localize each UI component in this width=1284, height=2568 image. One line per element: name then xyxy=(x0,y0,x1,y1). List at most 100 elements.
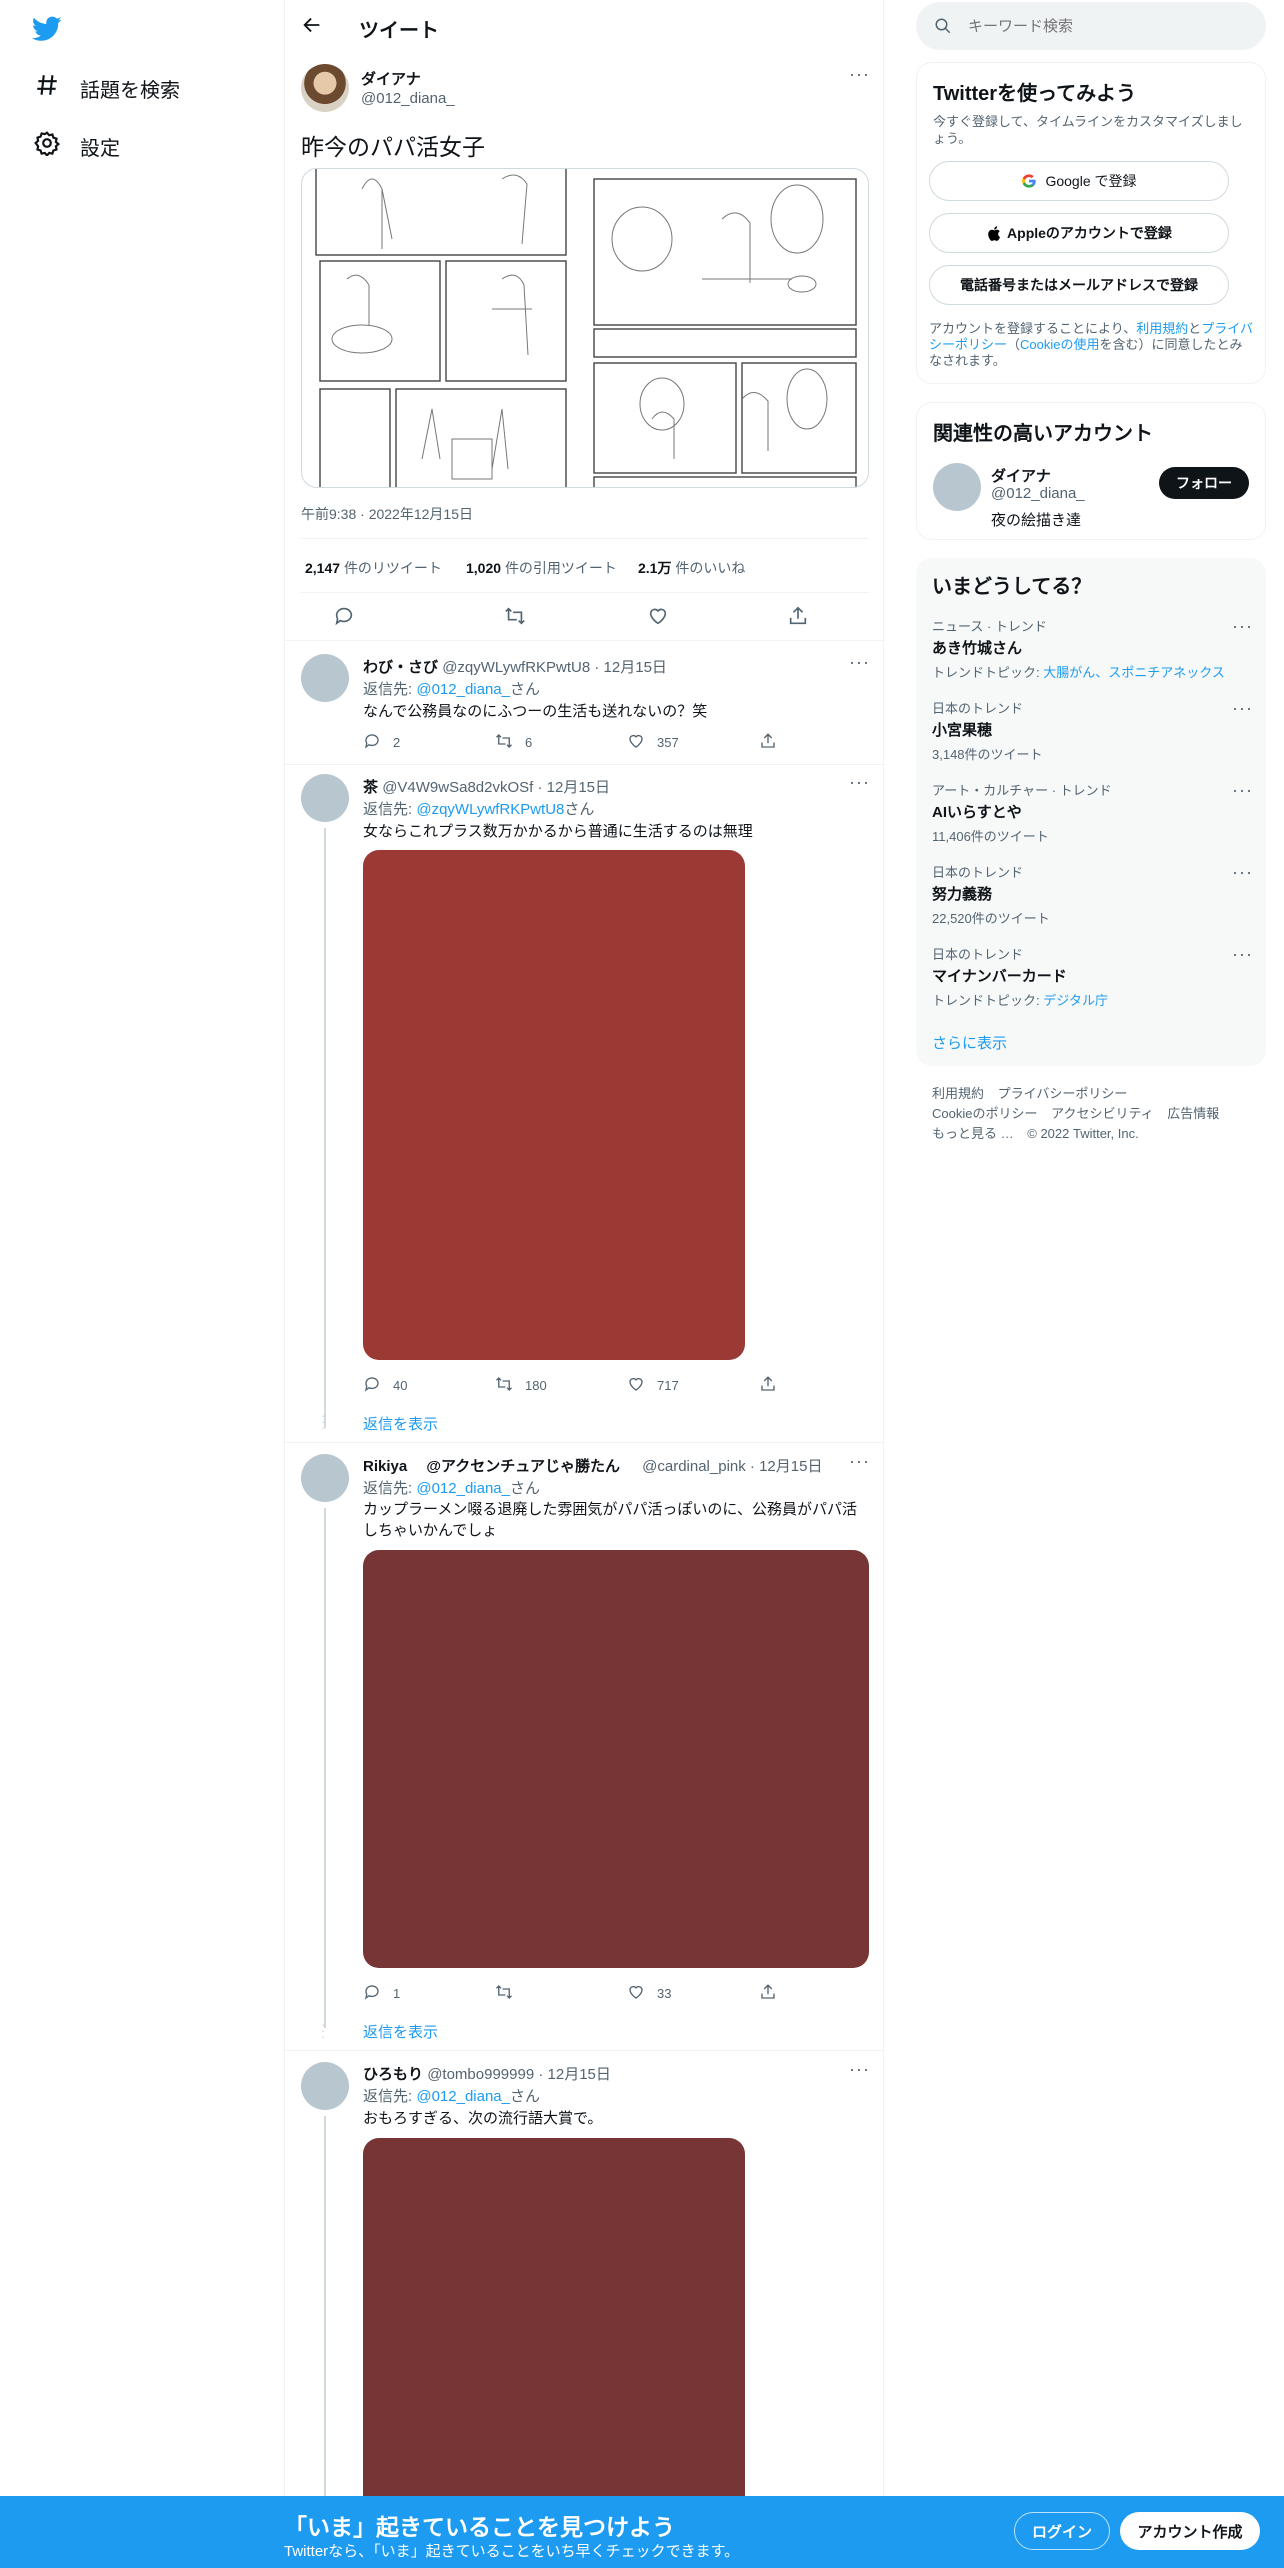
trend-item[interactable]: 日本のトレンド 努力義務 22,520件のツイート xyxy=(932,862,1252,927)
show-more-link[interactable]: さらに表示 xyxy=(932,1032,1007,1053)
trend-sub: 11,406件のツイート xyxy=(932,829,1049,844)
footer-more-link[interactable]: もっと見る … xyxy=(932,1126,1014,1141)
reply-media[interactable] xyxy=(363,1550,869,1968)
twitter-logo-icon[interactable] xyxy=(31,16,62,47)
more-icon[interactable]: ··· xyxy=(849,64,870,85)
reply-media[interactable] xyxy=(363,2138,745,2518)
reply-author-name[interactable]: わび・さび xyxy=(363,659,438,676)
tweet-timestamp[interactable]: 午前9:38 · 2022年12月15日 xyxy=(301,504,473,524)
avatar[interactable] xyxy=(301,2062,349,2110)
reply-author-name[interactable]: ひろもり xyxy=(363,2066,423,2083)
reply-date[interactable]: · 12月15日 xyxy=(750,1458,823,1475)
search-box[interactable] xyxy=(916,2,1266,50)
show-replies-link[interactable]: 返信を表示 xyxy=(363,2021,438,2042)
avatar[interactable] xyxy=(301,654,349,702)
trend-item[interactable]: ニュース · トレンド あき竹城さん トレンドトピック: 大腸がん、スポニチアネ… xyxy=(932,616,1252,681)
heart-icon[interactable] xyxy=(647,605,669,632)
nav-settings[interactable]: 設定 xyxy=(34,130,120,162)
trend-item[interactable]: 日本のトレンド 小宮果穂 3,148件のツイート xyxy=(932,698,1252,763)
more-icon[interactable]: ··· xyxy=(1232,616,1253,637)
more-icon[interactable]: ··· xyxy=(849,2059,870,2080)
reply-button[interactable]: 1 xyxy=(363,1983,495,2004)
retweet-icon[interactable] xyxy=(503,605,527,632)
more-icon[interactable]: ··· xyxy=(1232,780,1253,801)
like-stat[interactable]: 2.1万 件のいいね xyxy=(638,558,745,578)
avatar[interactable] xyxy=(933,463,981,511)
trend-item[interactable]: 日本のトレンド マイナンバーカード トレンドトピック: デジタル庁 xyxy=(932,944,1252,1009)
author-name[interactable]: ダイアナ xyxy=(361,68,421,89)
reply-media[interactable] xyxy=(363,850,745,1360)
like-button[interactable]: 717 xyxy=(627,1375,759,1396)
replying-to-link[interactable]: @zqyWLywfRKPwtU8 xyxy=(416,801,564,818)
more-icon[interactable]: ··· xyxy=(1232,944,1253,965)
replying-to-link[interactable]: @012_diana_ xyxy=(416,2088,510,2105)
share-button[interactable] xyxy=(759,1375,891,1396)
footer-privacy-link[interactable]: プライバシーポリシー xyxy=(998,1086,1128,1101)
signup-card: Twitterを使ってみよう 今すぐ登録して、タイムラインをカスタマイズしましょ… xyxy=(916,62,1266,384)
relevant-accounts-card: 関連性の高いアカウント ダイアナ @012_diana_ 夜の絵描き達 フォロー xyxy=(916,402,1266,540)
more-icon[interactable]: ··· xyxy=(849,772,870,793)
login-button[interactable]: ログイン xyxy=(1014,2512,1110,2550)
quote-stat[interactable]: 1,020 件の引用ツイート xyxy=(466,558,617,578)
retweet-button[interactable]: 6 xyxy=(495,732,627,753)
reply-button[interactable]: 40 xyxy=(363,1375,495,1396)
more-icon[interactable]: ··· xyxy=(849,1451,870,1472)
trend-topic-link[interactable]: 大腸がん、スポニチアネックス xyxy=(1043,665,1225,680)
share-button[interactable] xyxy=(759,732,891,753)
retweet-button[interactable] xyxy=(495,1983,627,2004)
reply-actions: 2 6 357 xyxy=(363,732,891,753)
reply-icon[interactable] xyxy=(333,605,355,632)
replying-to-link[interactable]: @012_diana_ xyxy=(416,681,510,698)
reply-author-handle[interactable]: @zqyWLywfRKPwtU8 xyxy=(442,659,590,676)
google-signup-button[interactable]: Google で登録 xyxy=(929,161,1229,201)
author-handle[interactable]: @012_diana_ xyxy=(361,90,455,107)
reply-header: ひろもり @tombo999999 · 12月15日 xyxy=(363,2063,611,2084)
reply-author-name[interactable]: 茶 xyxy=(363,779,378,796)
avatar[interactable] xyxy=(301,774,349,822)
create-account-button[interactable]: アカウント作成 xyxy=(1120,2512,1260,2550)
reply-author-handle[interactable]: @tombo999999 xyxy=(427,2066,534,2083)
trend-name: 小宮果穂 xyxy=(932,722,993,739)
trend-name: マイナンバーカード xyxy=(932,968,1067,985)
footer-terms-link[interactable]: 利用規約 xyxy=(932,1086,984,1101)
terms-link[interactable]: 利用規約 xyxy=(1136,321,1188,336)
replying-to-link[interactable]: @012_diana_ xyxy=(416,1480,510,1497)
back-arrow-icon[interactable] xyxy=(301,14,323,41)
search-input[interactable] xyxy=(968,14,1248,38)
account-handle[interactable]: @012_diana_ xyxy=(991,485,1085,502)
reply-date[interactable]: · 12月15日 xyxy=(537,779,610,796)
more-icon[interactable]: ··· xyxy=(1232,862,1253,883)
tweet-image[interactable] xyxy=(301,168,869,488)
apple-signup-button[interactable]: Appleのアカウントで登録 xyxy=(929,213,1229,253)
footer-accessibility-link[interactable]: アクセシビリティ xyxy=(1051,1106,1154,1121)
trend-item[interactable]: アート・カルチャー · トレンド AIいらすとや 11,406件のツイート xyxy=(932,780,1252,845)
nav-explore[interactable]: 話題を検索 xyxy=(34,72,180,104)
footer-cookie-link[interactable]: Cookieのポリシー xyxy=(932,1106,1037,1121)
follow-button[interactable]: フォロー xyxy=(1159,467,1249,499)
like-button[interactable]: 357 xyxy=(627,732,759,753)
reply-button[interactable]: 2 xyxy=(363,732,495,753)
more-icon[interactable]: ··· xyxy=(849,652,870,673)
more-icon[interactable]: ··· xyxy=(1232,698,1253,719)
cookie-link[interactable]: Cookieの使用 xyxy=(1020,337,1099,352)
avatar[interactable] xyxy=(301,64,349,112)
reply-date[interactable]: · 12月15日 xyxy=(538,2066,611,2083)
reply-author-handle[interactable]: @V4W9wSa8d2vkOSf xyxy=(382,779,533,796)
trend-topic-link[interactable]: デジタル庁 xyxy=(1043,993,1108,1008)
account-name[interactable]: ダイアナ xyxy=(991,465,1051,486)
share-icon[interactable] xyxy=(787,605,809,632)
nav-settings-label: 設定 xyxy=(80,137,120,160)
retweet-button[interactable]: 180 xyxy=(495,1375,627,1396)
share-button[interactable] xyxy=(759,1983,891,2004)
show-replies-link[interactable]: 返信を表示 xyxy=(363,1413,438,1434)
reply-text: カップラーメン啜る退廃した雰囲気がパパ活っぽいのに、公務員がパパ活 しちゃいかん… xyxy=(363,1499,873,1541)
reply-author-name[interactable]: Rikiya @アクセンチュアじゃ勝たん xyxy=(363,1458,620,1475)
reply-date[interactable]: · 12月15日 xyxy=(594,659,667,676)
footer-ads-link[interactable]: 広告情報 xyxy=(1167,1106,1219,1121)
trend-category: 日本のトレンド xyxy=(932,947,1024,962)
avatar[interactable] xyxy=(301,1454,349,1502)
like-button[interactable]: 33 xyxy=(627,1983,759,2004)
retweet-stat[interactable]: 2,147 件のリツイート xyxy=(305,558,442,578)
reply-author-handle[interactable]: @cardinal_pink xyxy=(642,1458,746,1475)
phone-email-signup-button[interactable]: 電話番号またはメールアドレスで登録 xyxy=(929,265,1229,305)
